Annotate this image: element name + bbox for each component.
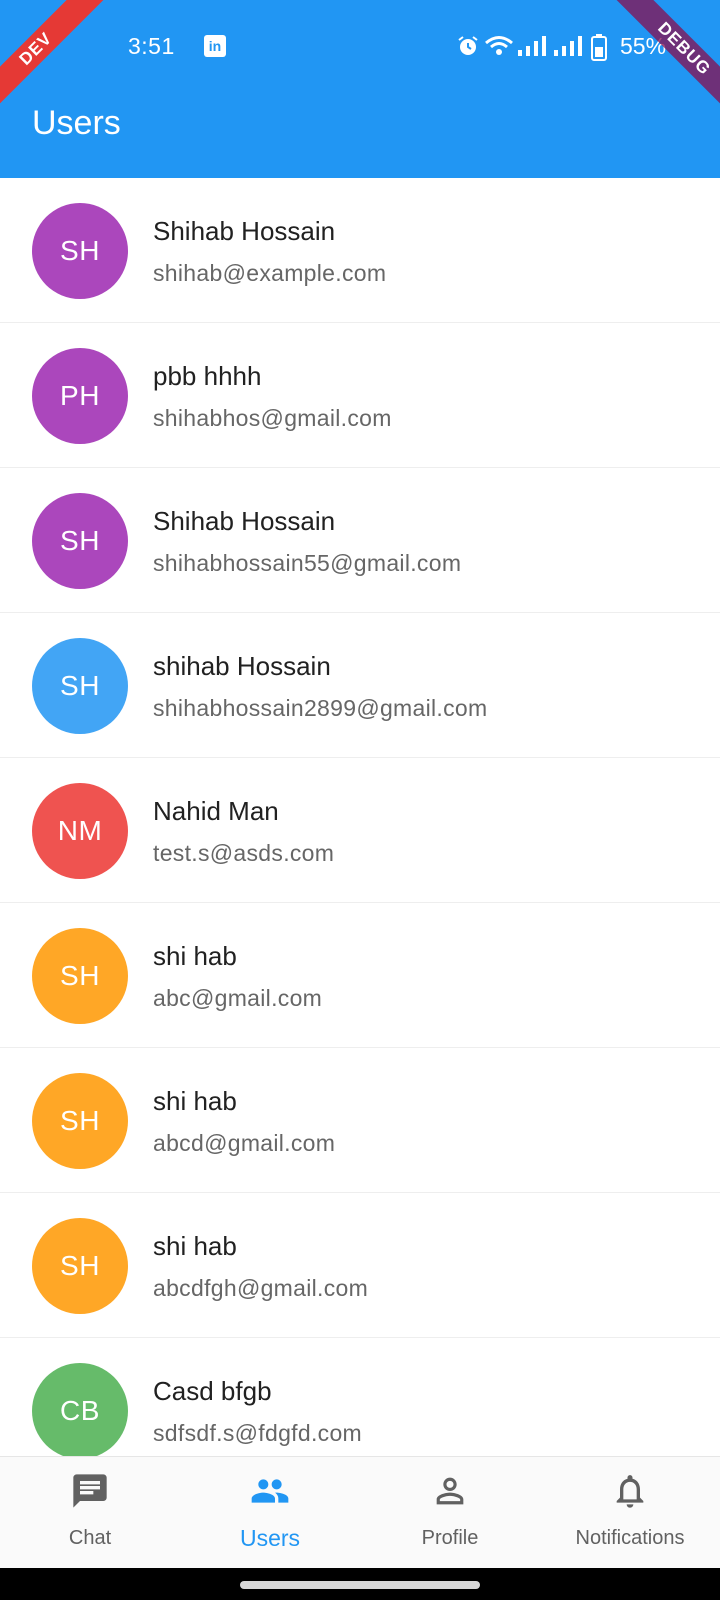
bell-icon (616, 1475, 644, 1508)
user-email: abcdfgh@gmail.com (153, 1275, 369, 1301)
user-list-item[interactable]: PH pbb hhhh shihabhos@gmail.com (0, 323, 720, 468)
user-name: shi hab (153, 941, 237, 971)
user-list: SH Shihab Hossain shihab@example.com PH … (0, 178, 720, 1456)
avatar: SH (32, 638, 128, 734)
user-list-item[interactable]: SH Shihab Hossain shihabhossain55@gmail.… (0, 468, 720, 613)
avatar: SH (32, 493, 128, 589)
signal-icon-1 (518, 36, 546, 56)
avatar: PH (32, 348, 128, 444)
bottom-navigation: Chat Users Profile Notifications (0, 1456, 720, 1568)
user-list-item[interactable]: SH shihab Hossain shihabhossain2899@gmai… (0, 613, 720, 758)
user-name: shi hab (153, 1231, 237, 1261)
gesture-handle[interactable] (240, 1581, 480, 1589)
user-list-item[interactable]: CB Casd bfgb sdfsdf.s@fdgfd.com (0, 1338, 720, 1456)
nav-item-chat[interactable]: Chat (0, 1457, 180, 1569)
nav-item-notifications[interactable]: Notifications (540, 1457, 720, 1569)
user-list-item[interactable]: SH Shihab Hossain shihab@example.com (0, 178, 720, 323)
user-name: Nahid Man (153, 796, 279, 826)
profile-icon (436, 1477, 464, 1505)
user-email: sdfsdf.s@fdgfd.com (153, 1420, 362, 1446)
user-email: shihabhossain2899@gmail.com (153, 695, 488, 721)
avatar: SH (32, 928, 128, 1024)
nav-label-notifications: Notifications (575, 1527, 685, 1549)
signal-icon-2 (554, 36, 582, 56)
user-email: shihabhos@gmail.com (153, 405, 392, 431)
user-list-item[interactable]: SH shi hab abcdfgh@gmail.com (0, 1193, 720, 1338)
user-name: shi hab (153, 1086, 237, 1116)
user-email: test.s@asds.com (153, 840, 335, 866)
app-bar: 3:51 in 55% Users (0, 0, 720, 178)
avatar: SH (32, 1073, 128, 1169)
status-time: 3:51 (128, 33, 175, 59)
user-list-item[interactable]: SH shi hab abc@gmail.com (0, 903, 720, 1048)
user-name: pbb hhhh (153, 361, 262, 391)
page-title: Users (32, 104, 121, 142)
avatar: SH (32, 203, 128, 299)
battery-icon (591, 34, 607, 61)
nav-item-users[interactable]: Users (180, 1457, 360, 1569)
nav-item-profile[interactable]: Profile (360, 1457, 540, 1569)
avatar: CB (32, 1363, 128, 1456)
system-navigation-bar (0, 1568, 720, 1600)
avatar: SH (32, 1218, 128, 1314)
status-bar: 3:51 in 55% (0, 0, 720, 92)
user-name: shihab Hossain (153, 651, 331, 681)
nav-label-profile: Profile (421, 1527, 479, 1549)
linkedin-notification-icon: in (204, 35, 226, 57)
alarm-icon (458, 36, 478, 55)
nav-label-users: Users (239, 1525, 301, 1551)
user-list-item[interactable]: SH shi hab abcd@gmail.com (0, 1048, 720, 1193)
user-email: abcd@gmail.com (153, 1130, 336, 1156)
users-icon (251, 1479, 289, 1503)
avatar: NM (32, 783, 128, 879)
chat-icon (73, 1474, 107, 1508)
screen: 3:51 in 55% Users DEV DEBUG SH Shihab Ho… (0, 0, 720, 1600)
user-email: shihab@example.com (153, 260, 387, 286)
user-name: Casd bfgb (153, 1376, 272, 1406)
wifi-icon (485, 36, 513, 55)
user-name: Shihab Hossain (153, 216, 336, 246)
user-email: shihabhossain55@gmail.com (153, 550, 462, 576)
nav-label-chat: Chat (68, 1527, 112, 1549)
user-list-item[interactable]: NM Nahid Man test.s@asds.com (0, 758, 720, 903)
user-email: abc@gmail.com (153, 985, 323, 1011)
user-name: Shihab Hossain (153, 506, 336, 536)
status-icons: 55% (456, 30, 676, 62)
